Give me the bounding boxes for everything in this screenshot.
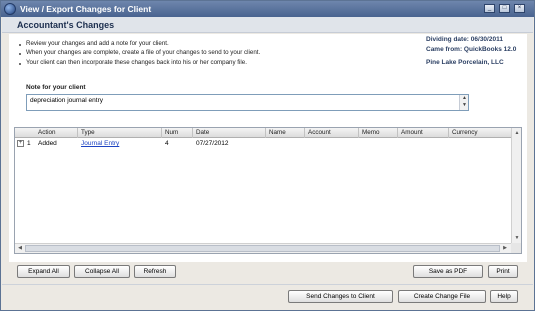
cell-date: 07/27/2012 — [196, 140, 229, 147]
instruction-text: Review your changes and add a note for y… — [26, 40, 169, 47]
column-header-name[interactable]: Name — [269, 129, 286, 136]
bullet-icon — [19, 63, 21, 65]
column-header-type[interactable]: Type — [81, 129, 95, 136]
changes-table: Action Type Num Date Name Account Memo A… — [14, 127, 522, 254]
column-header-amount[interactable]: Amount — [401, 129, 423, 136]
scroll-right-icon[interactable]: ▶ — [501, 244, 509, 252]
collapse-all-button[interactable]: Collapse All — [74, 265, 130, 278]
note-scrollbar[interactable]: ▲ ▼ — [459, 95, 468, 110]
send-changes-button[interactable]: Send Changes to Client — [288, 290, 393, 303]
column-divider[interactable] — [397, 128, 398, 138]
column-header-memo[interactable]: Memo — [362, 129, 380, 136]
scroll-corner — [511, 243, 521, 253]
close-button[interactable]: × — [514, 4, 525, 13]
bullet-icon — [19, 53, 21, 55]
column-header-account[interactable]: Account — [308, 129, 331, 136]
print-button[interactable]: Print — [488, 265, 518, 278]
scroll-down-icon[interactable]: ▼ — [513, 234, 521, 242]
column-header-currency[interactable]: Currency — [452, 129, 478, 136]
column-header-num[interactable]: Num — [165, 129, 178, 136]
maximize-button[interactable]: □ — [499, 4, 510, 13]
scroll-left-icon[interactable]: ◀ — [16, 244, 24, 252]
title-bar[interactable]: View / Export Changes for Client _ □ × — [1, 1, 534, 17]
window-title: View / Export Changes for Client — [20, 4, 152, 14]
app-logo-icon — [4, 3, 16, 15]
cell-type-link[interactable]: Journal Entry — [81, 140, 119, 147]
minimize-button[interactable]: _ — [484, 4, 495, 13]
column-divider[interactable] — [77, 128, 78, 138]
note-field[interactable]: depreciation journal entry ▲ ▼ — [26, 94, 469, 111]
column-divider[interactable] — [161, 128, 162, 138]
company-name: Pine Lake Porcelain, LLC — [426, 59, 504, 66]
instruction-text: Your client can then incorporate these c… — [26, 59, 247, 66]
column-divider[interactable] — [265, 128, 266, 138]
column-divider[interactable] — [192, 128, 193, 138]
came-from: Came from: QuickBooks 12.0 — [426, 46, 517, 53]
page-title: Accountant's Changes — [17, 20, 115, 30]
cell-action: Added — [38, 140, 57, 147]
column-divider[interactable] — [448, 128, 449, 138]
table-row[interactable]: + 1 Added Journal Entry 4 07/27/2012 — [15, 139, 511, 149]
column-header-date[interactable]: Date — [196, 129, 209, 136]
horizontal-scrollbar[interactable]: ◀ ▶ — [15, 243, 511, 253]
refresh-button[interactable]: Refresh — [134, 265, 176, 278]
footer-divider — [2, 284, 533, 285]
table-header: Action Type Num Date Name Account Memo A… — [15, 128, 511, 138]
column-divider[interactable] — [304, 128, 305, 138]
row-index: 1 — [27, 140, 31, 147]
expand-all-button[interactable]: Expand All — [17, 265, 70, 278]
cell-num: 4 — [165, 140, 169, 147]
dividing-date: Dividing date: 06/30/2011 — [426, 36, 503, 43]
column-divider[interactable] — [358, 128, 359, 138]
vertical-scrollbar[interactable]: ▲ ▼ — [511, 128, 521, 243]
column-header-action[interactable]: Action — [38, 129, 56, 136]
note-label: Note for your client — [26, 84, 86, 91]
note-value: depreciation journal entry — [30, 97, 103, 104]
scroll-up-icon[interactable]: ▲ — [513, 129, 521, 137]
save-as-pdf-button[interactable]: Save as PDF — [413, 265, 483, 278]
export-changes-window: View / Export Changes for Client _ □ × A… — [0, 0, 535, 311]
header-band: Accountant's Changes — [2, 17, 533, 33]
scroll-down-icon[interactable]: ▼ — [461, 102, 468, 109]
expand-row-icon[interactable]: + — [17, 140, 24, 147]
bullet-icon — [19, 44, 21, 46]
instruction-text: When your changes are complete, create a… — [26, 49, 261, 56]
scroll-thumb[interactable] — [25, 245, 500, 252]
create-change-file-button[interactable]: Create Change File — [398, 290, 486, 303]
help-button[interactable]: Help — [490, 290, 518, 303]
scroll-up-icon[interactable]: ▲ — [461, 95, 468, 102]
